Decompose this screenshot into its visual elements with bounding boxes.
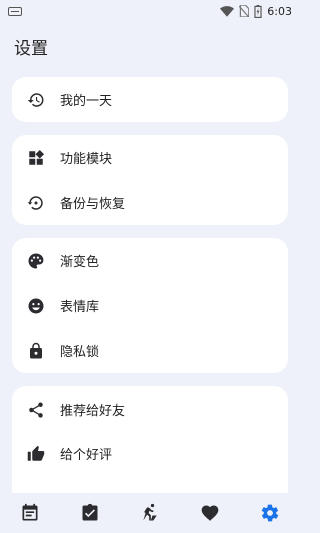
history-icon [27,91,45,109]
calendar-icon [22,503,38,521]
row-my-day[interactable]: 我的一天 [12,77,288,122]
row-label: 给个好评 [60,448,113,463]
row-label: 渐变色 [60,255,100,270]
settings-gear-icon [261,504,279,522]
row-modules[interactable]: 功能模块 [12,135,288,180]
row-label: 隐私锁 [60,345,100,360]
row-label: 备份与恢复 [60,197,126,212]
row-gradient[interactable]: 渐变色 [12,238,288,283]
settings-group-my-day: 我的一天 [12,77,288,122]
nav-settings[interactable] [250,493,290,533]
thumb-up-icon [27,445,45,463]
no-sim-icon [239,5,250,17]
keyboard-icon [8,6,22,16]
settings-group-data: 功能模块 备份与恢复 [12,135,288,225]
row-label: 表情库 [60,300,100,315]
row-label: 我的一天 [60,94,113,109]
settings-group-appearance: 渐变色 表情库 隐私锁 [12,238,288,373]
widgets-icon [27,149,45,167]
nav-favorites[interactable] [190,493,230,533]
palette-icon [27,252,45,270]
nav-tasks[interactable] [70,493,110,533]
row-recommend[interactable]: 推荐给好友 [12,386,288,431]
share-icon [27,401,45,419]
battery-icon [254,4,262,18]
restore-icon [27,194,45,212]
status-time: 6:03 [267,4,292,18]
row-backup-restore[interactable]: 备份与恢复 [12,180,288,225]
nav-activity[interactable] [130,493,170,533]
emoji-icon [27,297,45,315]
nav-calendar[interactable] [10,493,50,533]
task-check-icon [82,503,98,521]
status-bar: 6:03 [0,0,300,22]
activity-icon [143,503,157,521]
lock-icon [27,342,45,360]
wifi-icon [220,5,235,17]
page-title: 设置 [14,39,48,59]
row-label: 推荐给好友 [60,404,126,419]
bottom-navigation [0,493,300,533]
row-emoji-library[interactable]: 表情库 [12,283,288,328]
heart-icon [201,505,219,521]
row-rate[interactable]: 给个好评 [12,431,288,476]
row-label: 功能模块 [60,152,113,167]
row-privacy-lock[interactable]: 隐私锁 [12,328,288,373]
